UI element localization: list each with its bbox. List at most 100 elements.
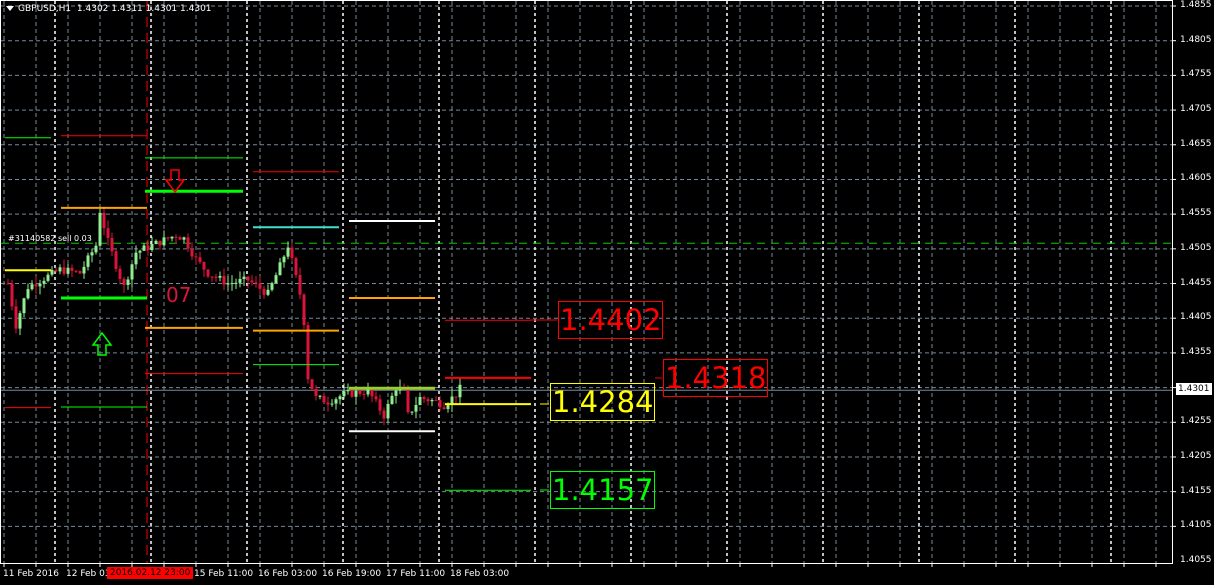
candle-body bbox=[182, 237, 186, 240]
candle-body bbox=[14, 306, 18, 329]
candle-body bbox=[198, 257, 202, 263]
candle-body bbox=[246, 276, 250, 281]
time-label: 12 Feb 03 bbox=[66, 569, 111, 579]
candle-body bbox=[414, 404, 418, 412]
price-label: 1.4655 bbox=[1180, 138, 1212, 149]
candle-body bbox=[98, 212, 102, 246]
candle-body bbox=[438, 400, 442, 408]
price-label: 1.4455 bbox=[1180, 277, 1212, 288]
candle-body bbox=[274, 275, 278, 284]
price-label: 1.4805 bbox=[1180, 34, 1212, 45]
candle-body bbox=[10, 283, 14, 307]
candle-body bbox=[286, 247, 290, 257]
candle-body bbox=[362, 394, 366, 396]
candle-body bbox=[42, 280, 46, 284]
price-label: 1.4055 bbox=[1180, 555, 1212, 566]
candle-body bbox=[290, 247, 294, 259]
candle-body bbox=[150, 243, 154, 250]
candle-body bbox=[358, 390, 362, 395]
price-label: 1.4405 bbox=[1180, 312, 1212, 323]
marker-text: 07 bbox=[166, 283, 192, 307]
candle-body bbox=[102, 212, 106, 229]
price-box-2[interactable]: 1.4318 bbox=[663, 359, 769, 397]
candle-body bbox=[270, 283, 274, 290]
time-label: 18 Feb 03:00 bbox=[450, 569, 510, 579]
candle-body bbox=[446, 404, 450, 410]
high-price: 1.4311 bbox=[111, 4, 143, 14]
candle-body bbox=[370, 388, 374, 397]
sell-arrow-icon bbox=[164, 169, 186, 194]
candle-body bbox=[210, 276, 214, 278]
candle-body bbox=[166, 237, 170, 239]
candle-body bbox=[342, 391, 346, 397]
candle-body bbox=[322, 395, 326, 403]
candle-body bbox=[138, 250, 142, 253]
price-label: 1.4355 bbox=[1180, 346, 1212, 357]
candle-body bbox=[390, 395, 394, 405]
candle-body bbox=[426, 399, 430, 402]
buy-arrow-icon bbox=[91, 331, 113, 356]
candle-body bbox=[454, 396, 458, 398]
candle-body bbox=[146, 245, 150, 250]
price-box-1[interactable]: 1.4402 bbox=[558, 301, 664, 339]
candle-body bbox=[310, 379, 314, 389]
price-label: 1.4205 bbox=[1180, 450, 1212, 461]
candle-body bbox=[66, 267, 70, 274]
candle-body bbox=[410, 411, 414, 413]
close-price: 1.4301 bbox=[180, 4, 212, 14]
price-label: 1.4855 bbox=[1180, 0, 1212, 10]
candle-body bbox=[382, 410, 386, 419]
candle-body bbox=[350, 390, 354, 397]
symbol-label: GBPUSD,H1 bbox=[18, 4, 72, 14]
candle-body bbox=[62, 267, 66, 274]
candle-body bbox=[114, 251, 118, 269]
candle-body bbox=[434, 399, 438, 401]
candle-body bbox=[170, 236, 174, 239]
price-label: 1.4755 bbox=[1180, 69, 1212, 80]
candle-body bbox=[238, 279, 242, 283]
price-label: 1.4155 bbox=[1180, 485, 1212, 496]
candle-body bbox=[110, 237, 114, 252]
price-box-4[interactable]: 1.4157 bbox=[550, 471, 656, 509]
candle-body bbox=[242, 276, 246, 280]
candle-body bbox=[174, 236, 178, 238]
candle-body bbox=[162, 237, 166, 246]
candle-body bbox=[190, 248, 194, 257]
candle-body bbox=[194, 256, 198, 258]
candle-body bbox=[346, 390, 350, 392]
candle-body bbox=[386, 404, 390, 419]
candle-body bbox=[122, 278, 126, 285]
candle-body bbox=[214, 276, 218, 278]
candle-body bbox=[258, 283, 262, 289]
candle-body bbox=[354, 390, 358, 397]
candle-body bbox=[334, 399, 338, 404]
candle-body bbox=[302, 294, 306, 326]
candle-body bbox=[222, 275, 226, 285]
candle-body bbox=[266, 289, 270, 295]
candle-body bbox=[6, 283, 10, 285]
candle-body bbox=[326, 402, 330, 405]
candle-body bbox=[406, 387, 410, 413]
candle-body bbox=[34, 284, 38, 287]
candle-body bbox=[106, 228, 110, 238]
candle-body bbox=[74, 270, 78, 272]
dropdown-triangle-icon[interactable] bbox=[6, 6, 14, 11]
chart-title: GBPUSD,H1 1.4302 1.4311 1.4301 1.4301 bbox=[6, 4, 212, 14]
candle-body bbox=[54, 269, 58, 272]
candle-body bbox=[278, 262, 282, 276]
candle-body bbox=[294, 258, 298, 275]
candle-body bbox=[158, 240, 162, 246]
price-label: 1.4255 bbox=[1180, 416, 1212, 427]
candle-body bbox=[422, 396, 426, 400]
order-label[interactable]: #31140582 sell 0.03 bbox=[8, 234, 92, 243]
candle-body bbox=[82, 266, 86, 274]
time-label: 16 Feb 19:00 bbox=[322, 569, 382, 579]
candle-body bbox=[94, 245, 98, 253]
crosshair-time-label: 2016.02.12 23:00 bbox=[107, 567, 194, 579]
candle-body bbox=[38, 283, 42, 287]
candle-body bbox=[154, 240, 158, 244]
candle-body bbox=[374, 396, 378, 400]
price-box-3[interactable]: 1.4284 bbox=[550, 383, 656, 421]
price-label: 1.4605 bbox=[1180, 173, 1212, 184]
candle-body bbox=[202, 262, 206, 270]
